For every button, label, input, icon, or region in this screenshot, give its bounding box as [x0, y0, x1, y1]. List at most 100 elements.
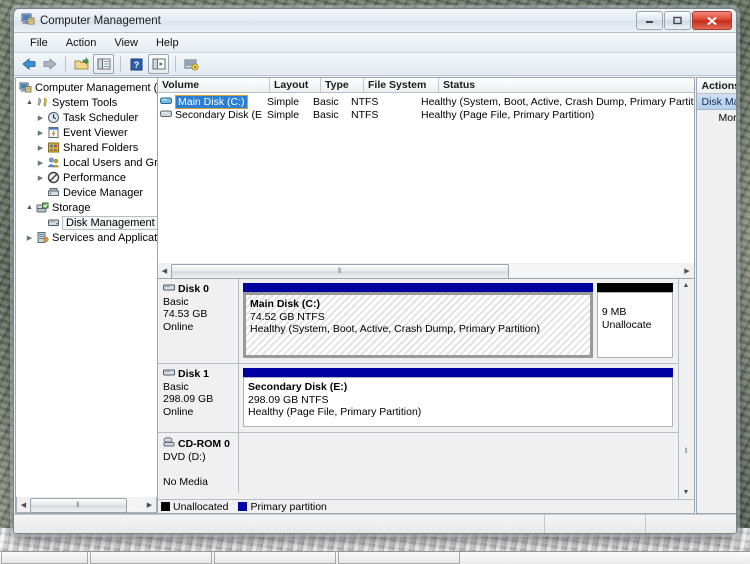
twisty-closed-icon[interactable]: ▶ — [35, 174, 46, 182]
actions-group-disk-management[interactable]: Disk Management ▲ — [696, 94, 736, 110]
window-titlebar[interactable]: Computer Management — [14, 9, 736, 33]
taskbar-button[interactable] — [214, 552, 336, 564]
tree-item-services-and-applications[interactable]: ▶ Services and Applications — [16, 230, 157, 245]
partition-block[interactable]: 9 MB Unallocate — [596, 283, 673, 358]
twisty-open-icon[interactable]: ▲ — [24, 99, 35, 106]
tree-item-root[interactable]: Computer Management (Local — [16, 80, 157, 95]
partition-block[interactable]: Secondary Disk (E:) 298.09 GB NTFS Healt… — [243, 368, 673, 427]
window-controls[interactable] — [636, 11, 732, 30]
event-viewer-icon — [46, 126, 61, 139]
tree-horizontal-scrollbar[interactable]: ◀ ⦀ ▶ — [16, 497, 157, 513]
column-header-layout[interactable]: Layout — [270, 78, 321, 92]
back-icon[interactable] — [19, 55, 38, 73]
tree-item-performance[interactable]: ▶ Performance — [16, 170, 157, 185]
scroll-track[interactable]: ⦀ — [30, 498, 143, 513]
tree-item-shared-folders[interactable]: ▶ Shared Folders — [16, 140, 157, 155]
legend-label: Primary partition — [250, 500, 327, 513]
twisty-closed-icon[interactable]: ▶ — [35, 129, 46, 137]
toolbar[interactable]: ? — [14, 53, 736, 76]
taskbar-button[interactable] — [90, 552, 212, 564]
disk-state: Online — [163, 320, 194, 333]
tree-item-local-users-and-groups[interactable]: ▶ Local Users and Groups — [16, 155, 157, 170]
partition-block[interactable]: Main Disk (C:) 74.52 GB NTFS Healthy (Sy… — [243, 283, 593, 358]
disk-name: Disk 0 — [178, 283, 209, 295]
twisty-closed-icon[interactable]: ▶ — [24, 234, 35, 242]
action-label: More Actions — [718, 111, 737, 124]
taskbar-button[interactable] — [338, 552, 460, 564]
scroll-thumb[interactable]: ⦀ — [684, 448, 687, 456]
scroll-down-arrow-icon[interactable]: ▼ — [680, 486, 693, 499]
partition-details[interactable]: Main Disk (C:) 74.52 GB NTFS Healthy (Sy… — [243, 292, 593, 358]
disk-capacity: 74.53 GB — [163, 308, 208, 320]
scroll-track[interactable]: ⦀ — [171, 264, 681, 278]
maximize-button[interactable] — [664, 11, 691, 30]
window-body: Computer Management (Local ▲ System Tool… — [14, 76, 736, 514]
column-header-file-system[interactable]: File System — [364, 78, 439, 92]
volume-name-cell[interactable]: Secondary Disk (E:) — [158, 109, 263, 121]
tree-item-task-scheduler[interactable]: ▶ Task Scheduler — [16, 110, 157, 125]
tree-item-label: Services and Applications — [52, 231, 157, 244]
volume-list[interactable]: Volume Layout Type File System Status Ma… — [157, 77, 695, 279]
tree-item-storage[interactable]: ▲ Storage — [16, 200, 157, 215]
partition-color-cap — [243, 283, 593, 292]
volume-file-system: NTFS — [351, 108, 379, 121]
close-button[interactable] — [692, 11, 732, 30]
action-more-actions[interactable]: More Actions ▶ — [696, 110, 737, 125]
scroll-up-arrow-icon[interactable]: ▲ — [680, 279, 693, 292]
partition-details[interactable]: 9 MB Unallocate — [596, 292, 673, 358]
graphical-view-vertical-scrollbar[interactable]: ▲ ⦀ ▼ — [677, 279, 694, 499]
console-tree[interactable]: Computer Management (Local ▲ System Tool… — [16, 78, 157, 497]
tree-item-label: Storage — [52, 201, 91, 214]
volume-row[interactable]: Secondary Disk (E:) Simple Basic NTFS He… — [158, 108, 694, 121]
column-header-status[interactable]: Status — [439, 78, 694, 92]
clock-icon — [46, 111, 61, 124]
menubar[interactable]: File Action View Help — [14, 33, 736, 53]
menu-action[interactable]: Action — [57, 35, 106, 51]
scroll-left-arrow-icon[interactable]: ◀ — [158, 264, 171, 277]
graphical-disk-view[interactable]: Disk 0 Basic 74.53 GB Online Main Disk (… — [157, 279, 695, 514]
column-header-volume[interactable]: Volume — [158, 78, 270, 92]
properties-icon[interactable] — [148, 54, 169, 74]
disk-row[interactable]: CD-ROM 0 DVD (D:) No Media — [158, 433, 678, 493]
volume-list-header[interactable]: Volume Layout Type File System Status — [158, 78, 694, 93]
tree-item-disk-management[interactable]: Disk Management — [16, 215, 157, 230]
scroll-left-arrow-icon[interactable]: ◀ — [17, 498, 30, 511]
volume-list-horizontal-scrollbar[interactable]: ◀ ⦀ ▶ — [158, 263, 694, 278]
up-folder-icon[interactable] — [72, 55, 91, 73]
toolbar-separator — [120, 56, 121, 72]
disk-title: Disk 0 — [163, 283, 238, 296]
scroll-thumb[interactable]: ⦀ — [171, 264, 510, 278]
taskbar-button[interactable] — [1, 552, 88, 564]
twisty-closed-icon[interactable]: ▶ — [35, 144, 46, 152]
forward-icon[interactable] — [40, 55, 59, 73]
disk-type: DVD (D:) — [163, 450, 206, 463]
volume-name-cell[interactable]: Main Disk (C:) — [158, 94, 263, 109]
disk-row[interactable]: Disk 1 Basic 298.09 GB Online Secondary … — [158, 364, 678, 433]
scroll-right-arrow-icon[interactable]: ▶ — [681, 264, 694, 277]
partition-size: 74.52 GB NTFS — [250, 310, 325, 323]
scroll-right-arrow-icon[interactable]: ▶ — [143, 498, 156, 511]
minimize-button[interactable] — [636, 11, 663, 30]
tree-item-system-tools[interactable]: ▲ System Tools — [16, 95, 157, 110]
column-header-type[interactable]: Type — [321, 78, 364, 92]
statusbar — [14, 514, 736, 533]
disk-row[interactable]: Disk 0 Basic 74.53 GB Online Main Disk (… — [158, 279, 678, 364]
tree-item-event-viewer[interactable]: ▶ Event Viewer — [16, 125, 157, 140]
toolbar-separator — [175, 56, 176, 72]
help-icon[interactable]: ? — [127, 55, 146, 73]
partition-color-cap — [596, 283, 673, 292]
menu-view[interactable]: View — [105, 35, 147, 51]
partition-legend: Unallocated Primary partition — [158, 499, 694, 513]
scroll-thumb[interactable]: ⦀ — [30, 498, 127, 513]
partition-details[interactable]: Secondary Disk (E:) 298.09 GB NTFS Healt… — [243, 377, 673, 427]
taskbar[interactable] — [0, 551, 750, 564]
tree-item-device-manager[interactable]: Device Manager — [16, 185, 157, 200]
menu-file[interactable]: File — [21, 35, 57, 51]
menu-help[interactable]: Help — [147, 35, 188, 51]
volume-row[interactable]: Main Disk (C:) Simple Basic NTFS Healthy… — [158, 94, 694, 109]
twisty-closed-icon[interactable]: ▶ — [35, 114, 46, 122]
twisty-closed-icon[interactable]: ▶ — [35, 159, 46, 167]
show-console-tree-icon[interactable] — [93, 54, 114, 74]
twisty-open-icon[interactable]: ▲ — [24, 204, 35, 211]
rescan-disks-icon[interactable] — [182, 55, 201, 73]
